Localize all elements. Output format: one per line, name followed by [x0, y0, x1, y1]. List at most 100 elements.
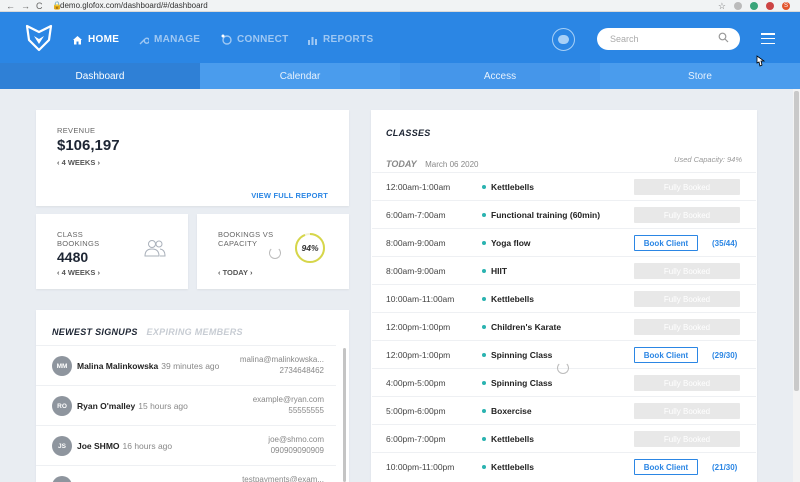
chevron-left-icon[interactable]: ‹: [57, 268, 60, 277]
view-full-report-link[interactable]: VIEW FULL REPORT: [251, 191, 328, 200]
class-capacity-count: (29/30): [712, 351, 738, 360]
book-client-button[interactable]: Book Client: [634, 235, 698, 251]
bookings-capacity-label: BOOKINGS VS CAPACITY: [218, 230, 273, 248]
loading-spinner-icon: [269, 247, 281, 259]
chevron-left-icon[interactable]: ‹: [57, 158, 60, 167]
search-input[interactable]: Search: [597, 28, 740, 50]
signups-tabs: NEWEST SIGNUPS EXPIRING MEMBERS: [52, 327, 243, 337]
classes-date: March 06 2020: [425, 160, 479, 169]
member-email: example@ryan.com: [252, 395, 324, 404]
nav-manage-label: MANAGE: [154, 34, 201, 45]
browser-nav-icons[interactable]: ←→C: [6, 1, 49, 11]
nav-reports[interactable]: REPORTS: [307, 34, 373, 45]
class-name: Boxercise: [491, 406, 532, 416]
bar-chart-icon: [308, 36, 317, 45]
mouse-cursor-icon: [756, 55, 765, 67]
revenue-period: 4 WEEKS: [61, 158, 96, 167]
revenue-value: $106,197: [57, 137, 120, 154]
class-status-dot-icon: [482, 269, 486, 273]
member-phone: 55555555: [288, 406, 324, 415]
class-status-dot-icon: [482, 185, 486, 189]
class-capacity-count: (21/30): [712, 463, 738, 472]
chevron-left-icon[interactable]: ‹: [218, 268, 221, 277]
member-name[interactable]: Malina Malinkowska: [77, 361, 158, 371]
class-capacity-count: (35/44): [712, 239, 738, 248]
class-time: 6:00pm-7:00pm: [386, 434, 446, 444]
hamburger-menu-icon[interactable]: [761, 33, 775, 44]
class-status-dot-icon: [482, 241, 486, 245]
fully-booked-button: Fully Booked: [634, 403, 740, 419]
member-row[interactable]: MM Malina Malinkowska 39 minutes ago malina…: [36, 345, 336, 385]
tab-expiring-members[interactable]: EXPIRING MEMBERS: [147, 327, 243, 337]
member-name[interactable]: Ryan O'malley: [77, 401, 135, 411]
class-row: 6:00pm-7:00pm Kettlebells Fully Booked: [372, 424, 756, 452]
used-capacity: Used Capacity: 94%: [674, 155, 742, 164]
nav-connect[interactable]: CONNECT: [221, 34, 289, 45]
avatar: JS: [52, 436, 72, 456]
class-name: Spinning Class: [491, 378, 553, 388]
book-client-button[interactable]: Book Client: [634, 347, 698, 363]
tab-access[interactable]: Access: [400, 63, 600, 89]
chevron-right-icon[interactable]: ›: [250, 268, 253, 277]
class-row: 8:00am-9:00am HIIT Fully Booked: [372, 256, 756, 284]
extension-icon[interactable]: [750, 2, 758, 10]
revenue-period-selector[interactable]: ‹ 4 WEEKS ›: [57, 158, 100, 167]
page-scrollbar[interactable]: [793, 89, 800, 482]
member-row[interactable]: TPTest Payments17 hours agotestpayments@…: [36, 465, 336, 482]
nav-manage[interactable]: MANAGE: [139, 34, 200, 45]
chat-button[interactable]: [552, 28, 575, 51]
fully-booked-button: Fully Booked: [634, 291, 740, 307]
search-placeholder: Search: [610, 34, 639, 44]
class-name: Spinning Class: [491, 350, 553, 360]
profile-avatar[interactable]: S: [782, 2, 790, 10]
tab-dashboard[interactable]: Dashboard: [0, 63, 200, 89]
address-bar[interactable]: demo.glofox.com/dashboard/#/dashboard: [60, 1, 208, 10]
class-name: Kettlebells: [491, 462, 534, 472]
member-contact: joe@shmo.com 090909090909: [268, 434, 324, 456]
class-row: 5:00pm-6:00pm Boxercise Fully Booked: [372, 396, 756, 424]
class-time: 8:00am-9:00am: [386, 266, 446, 276]
tab-newest-signups[interactable]: NEWEST SIGNUPS: [52, 327, 138, 337]
class-row: 12:00am-1:00am Kettlebells Fully Booked: [372, 172, 756, 200]
capacity-period-selector[interactable]: ‹ TODAY ›: [218, 268, 252, 277]
capacity-period: TODAY: [222, 268, 248, 277]
revenue-label: REVENUE: [57, 126, 96, 135]
member-row[interactable]: JS Joe SHMO 16 hours ago joe@shmo.com 090909…: [36, 425, 336, 465]
class-time: 12:00pm-1:00pm: [386, 322, 451, 332]
bookings-capacity-label-line1: BOOKINGS VS: [218, 230, 274, 239]
bookmark-star-icon[interactable]: ☆: [718, 1, 726, 11]
wrench-icon: [139, 37, 149, 44]
class-row: 6:00am-7:00am Functional training (60min)…: [372, 200, 756, 228]
top-navigation-bar: HOME MANAGE CONNECT REPORTS Search: [0, 12, 800, 63]
class-time: 8:00am-9:00am: [386, 238, 446, 248]
class-bookings-period-selector[interactable]: ‹ 4 WEEKS ›: [57, 268, 100, 277]
class-time: 10:00am-11:00am: [386, 294, 455, 304]
chevron-right-icon[interactable]: ›: [97, 158, 100, 167]
fully-booked-button: Fully Booked: [634, 179, 740, 195]
nav-connect-label: CONNECT: [237, 34, 289, 45]
tab-calendar[interactable]: Calendar: [200, 63, 400, 89]
class-name: HIIT: [491, 266, 508, 276]
avatar: TP: [52, 476, 72, 482]
class-name: Kettlebells: [491, 434, 534, 444]
class-time: 10:00pm-11:00pm: [386, 462, 455, 472]
people-icon: [144, 240, 166, 257]
class-time: 6:00am-7:00am: [386, 210, 446, 220]
signups-scrollbar[interactable]: [343, 348, 346, 482]
member-row[interactable]: RO Ryan O'malley 15 hours ago example@ryan.…: [36, 385, 336, 425]
member-name[interactable]: Joe SHMO: [77, 441, 120, 451]
member-contact: malina@malinkowska... 2734648462: [240, 354, 324, 376]
tab-store[interactable]: Store: [600, 63, 800, 89]
book-client-button[interactable]: Book Client: [634, 459, 698, 475]
member-phone: 2734648462: [279, 366, 325, 375]
class-row: 10:00am-11:00am Kettlebells Fully Booked: [372, 284, 756, 312]
nav-home-label: HOME: [88, 34, 120, 45]
glofox-logo-icon[interactable]: [25, 24, 53, 52]
page-scrollbar-thumb[interactable]: [794, 91, 799, 391]
extension-icon[interactable]: [766, 2, 774, 10]
extension-icon[interactable]: [734, 2, 742, 10]
chevron-right-icon[interactable]: ›: [97, 268, 100, 277]
class-status-dot-icon: [482, 437, 486, 441]
search-icon[interactable]: [718, 32, 729, 43]
nav-home[interactable]: HOME: [72, 34, 119, 45]
